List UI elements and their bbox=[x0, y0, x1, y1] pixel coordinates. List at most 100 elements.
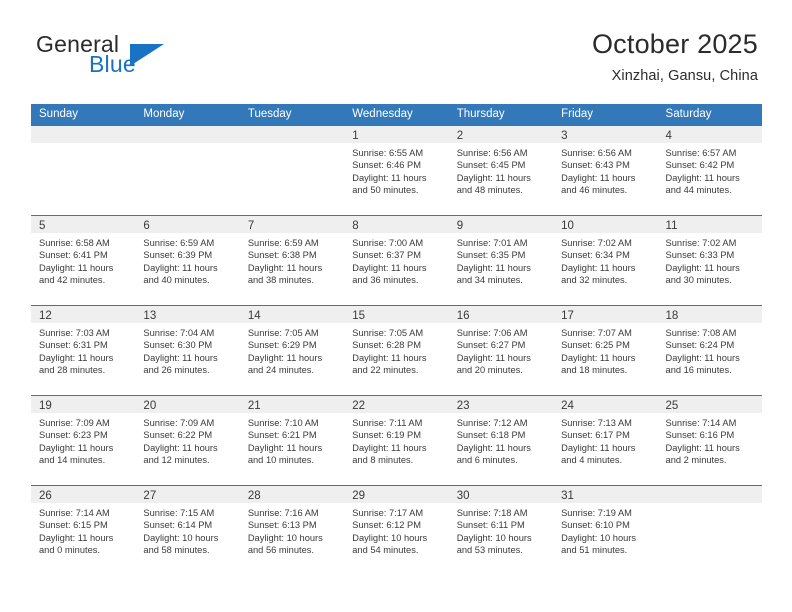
brand-logo[interactable]: General Blue bbox=[36, 32, 266, 88]
day-number: 6 bbox=[143, 220, 150, 232]
day-number-band bbox=[239, 126, 345, 143]
day-cell[interactable]: 3 Sunrise: 6:56 AM Sunset: 6:43 PM Daylig… bbox=[553, 126, 658, 215]
day-sun-info: Sunrise: 7:08 AM Sunset: 6:24 PM Dayligh… bbox=[665, 328, 740, 376]
day-cell[interactable]: 5 Sunrise: 6:58 AM Sunset: 6:41 PM Daylig… bbox=[31, 216, 136, 305]
day-cell[interactable]: 28 Sunrise: 7:16 AM Sunset: 6:13 PM Dayli… bbox=[239, 486, 345, 575]
day-number: 18 bbox=[665, 310, 679, 322]
day-number: 31 bbox=[561, 490, 574, 502]
day-number-band: 2 bbox=[448, 126, 554, 143]
weekday-header-wednesday: Wednesday bbox=[352, 108, 413, 120]
day-cell[interactable]: 2 Sunrise: 6:56 AM Sunset: 6:45 PM Daylig… bbox=[448, 126, 554, 215]
day-sun-info: Sunrise: 7:12 AM Sunset: 6:18 PM Dayligh… bbox=[456, 418, 531, 466]
day-number: 5 bbox=[39, 220, 46, 232]
day-sun-info: Sunrise: 7:14 AM Sunset: 6:15 PM Dayligh… bbox=[39, 508, 114, 556]
weekday-header-sunday: Sunday bbox=[39, 108, 79, 120]
day-number-band: 18 bbox=[657, 306, 762, 323]
day-number: 24 bbox=[561, 400, 574, 412]
weekday-header-saturday: Saturday bbox=[665, 108, 712, 120]
day-cell[interactable]: 22 Sunrise: 7:11 AM Sunset: 6:19 PM Dayli… bbox=[344, 396, 449, 485]
day-number-band: 29 bbox=[344, 486, 449, 503]
day-sun-info: Sunrise: 7:14 AM Sunset: 6:16 PM Dayligh… bbox=[665, 418, 740, 466]
weekday-header-monday: Monday bbox=[143, 108, 185, 120]
day-cell[interactable]: 10 Sunrise: 7:02 AM Sunset: 6:34 PM Dayli… bbox=[553, 216, 658, 305]
day-number-band: 8 bbox=[344, 216, 449, 233]
day-number-band: 10 bbox=[553, 216, 658, 233]
day-number-band: 4 bbox=[657, 126, 762, 143]
day-number: 30 bbox=[456, 490, 470, 502]
day-cell[interactable]: 11 Sunrise: 7:02 AM Sunset: 6:33 PM Dayli… bbox=[657, 216, 762, 305]
day-sun-info bbox=[135, 143, 239, 147]
weekday-header-thursday: Thursday bbox=[456, 108, 505, 120]
day-number-band: 21 bbox=[239, 396, 345, 413]
day-sun-info: Sunrise: 7:19 AM Sunset: 6:10 PM Dayligh… bbox=[561, 508, 637, 556]
day-number: 22 bbox=[352, 400, 366, 412]
day-cell[interactable]: 1 Sunrise: 6:55 AM Sunset: 6:46 PM Daylig… bbox=[344, 126, 449, 215]
day-number-band bbox=[135, 126, 240, 143]
day-cell[interactable]: 12 Sunrise: 7:03 AM Sunset: 6:31 PM Dayli… bbox=[31, 306, 136, 395]
day-cell[interactable]: 8 Sunrise: 7:00 AM Sunset: 6:37 PM Daylig… bbox=[344, 216, 449, 305]
day-number-band: 11 bbox=[657, 216, 762, 233]
day-number: 28 bbox=[247, 490, 261, 502]
day-number-band: 30 bbox=[448, 486, 554, 503]
page-header: General Blue October 2025 Xinzhai, Gansu… bbox=[0, 0, 792, 100]
day-number: 17 bbox=[561, 310, 574, 322]
day-number-band: 9 bbox=[448, 216, 554, 233]
day-cell[interactable]: 25 Sunrise: 7:14 AM Sunset: 6:16 PM Dayli… bbox=[657, 396, 762, 485]
weekday-header-row: Sunday Monday Tuesday Wednesday Thursday Frid… bbox=[31, 104, 762, 125]
day-cell[interactable]: 31 Sunrise: 7:19 AM Sunset: 6:10 PM Dayli… bbox=[553, 486, 658, 575]
day-sun-info: Sunrise: 7:05 AM Sunset: 6:29 PM Dayligh… bbox=[247, 328, 323, 376]
day-number: 14 bbox=[247, 310, 261, 322]
day-number: 19 bbox=[39, 400, 52, 412]
day-number: 13 bbox=[143, 310, 157, 322]
day-number: 8 bbox=[352, 220, 359, 232]
day-number-band: 22 bbox=[344, 396, 449, 413]
day-sun-info: Sunrise: 7:11 AM Sunset: 6:19 PM Dayligh… bbox=[352, 418, 427, 466]
day-sun-info: Sunrise: 7:06 AM Sunset: 6:27 PM Dayligh… bbox=[456, 328, 531, 376]
day-cell[interactable]: 19 Sunrise: 7:09 AM Sunset: 6:23 PM Dayli… bbox=[31, 396, 136, 485]
day-cell[interactable]: 20 Sunrise: 7:09 AM Sunset: 6:22 PM Dayli… bbox=[135, 396, 240, 485]
day-cell[interactable]: 26 Sunrise: 7:14 AM Sunset: 6:15 PM Dayli… bbox=[31, 486, 136, 575]
calendar-week-row: 1 Sunrise: 6:55 AM Sunset: 6:46 PM Daylig… bbox=[31, 125, 762, 215]
day-sun-info: Sunrise: 7:02 AM Sunset: 6:33 PM Dayligh… bbox=[665, 238, 740, 286]
day-sun-info: Sunrise: 7:07 AM Sunset: 6:25 PM Dayligh… bbox=[561, 328, 636, 376]
day-number-band: 7 bbox=[239, 216, 345, 233]
day-cell-empty bbox=[31, 126, 136, 215]
day-cell[interactable]: 21 Sunrise: 7:10 AM Sunset: 6:21 PM Dayli… bbox=[239, 396, 345, 485]
calendar-week-row: 19 Sunrise: 7:09 AM Sunset: 6:23 PM Dayli… bbox=[31, 395, 762, 485]
day-cell[interactable]: 14 Sunrise: 7:05 AM Sunset: 6:29 PM Dayli… bbox=[239, 306, 345, 395]
day-number: 29 bbox=[352, 490, 366, 502]
page-title: October 2025 bbox=[591, 29, 758, 59]
day-sun-info: Sunrise: 7:09 AM Sunset: 6:22 PM Dayligh… bbox=[143, 418, 218, 466]
day-cell[interactable]: 4 Sunrise: 6:57 AM Sunset: 6:42 PM Daylig… bbox=[657, 126, 762, 215]
day-number-band: 3 bbox=[553, 126, 658, 143]
day-number-band: 27 bbox=[135, 486, 240, 503]
day-number: 4 bbox=[665, 130, 672, 142]
calendar-weeks: 1 Sunrise: 6:55 AM Sunset: 6:46 PM Daylig… bbox=[31, 125, 762, 575]
day-number: 23 bbox=[456, 400, 470, 412]
location-subtitle: Xinzhai, Gansu, China bbox=[611, 68, 758, 84]
day-cell[interactable]: 30 Sunrise: 7:18 AM Sunset: 6:11 PM Dayli… bbox=[448, 486, 554, 575]
day-cell[interactable]: 23 Sunrise: 7:12 AM Sunset: 6:18 PM Dayli… bbox=[448, 396, 554, 485]
day-cell[interactable]: 27 Sunrise: 7:15 AM Sunset: 6:14 PM Dayli… bbox=[135, 486, 240, 575]
calendar-week-row: 5 Sunrise: 6:58 AM Sunset: 6:41 PM Daylig… bbox=[31, 215, 762, 305]
day-number-band: 19 bbox=[31, 396, 136, 413]
day-number: 21 bbox=[247, 400, 261, 412]
day-number: 1 bbox=[352, 130, 359, 142]
day-number-band: 23 bbox=[448, 396, 554, 413]
day-cell[interactable]: 16 Sunrise: 7:06 AM Sunset: 6:27 PM Dayli… bbox=[448, 306, 554, 395]
day-cell[interactable]: 7 Sunrise: 6:59 AM Sunset: 6:38 PM Daylig… bbox=[239, 216, 345, 305]
day-cell[interactable]: 18 Sunrise: 7:08 AM Sunset: 6:24 PM Dayli… bbox=[657, 306, 762, 395]
day-cell[interactable]: 9 Sunrise: 7:01 AM Sunset: 6:35 PM Daylig… bbox=[448, 216, 554, 305]
day-cell[interactable]: 17 Sunrise: 7:07 AM Sunset: 6:25 PM Dayli… bbox=[553, 306, 658, 395]
day-number-band: 15 bbox=[344, 306, 449, 323]
day-cell[interactable]: 15 Sunrise: 7:05 AM Sunset: 6:28 PM Dayli… bbox=[344, 306, 449, 395]
day-number-band: 16 bbox=[448, 306, 554, 323]
day-cell[interactable]: 6 Sunrise: 6:59 AM Sunset: 6:39 PM Daylig… bbox=[135, 216, 240, 305]
day-cell[interactable]: 24 Sunrise: 7:13 AM Sunset: 6:17 PM Dayli… bbox=[553, 396, 658, 485]
day-number: 25 bbox=[665, 400, 679, 412]
day-sun-info: Sunrise: 7:01 AM Sunset: 6:35 PM Dayligh… bbox=[456, 238, 531, 286]
day-cell[interactable]: 13 Sunrise: 7:04 AM Sunset: 6:30 PM Dayli… bbox=[135, 306, 240, 395]
day-number-band: 28 bbox=[239, 486, 345, 503]
day-number-band: 24 bbox=[553, 396, 658, 413]
day-cell[interactable]: 29 Sunrise: 7:17 AM Sunset: 6:12 PM Dayli… bbox=[344, 486, 449, 575]
